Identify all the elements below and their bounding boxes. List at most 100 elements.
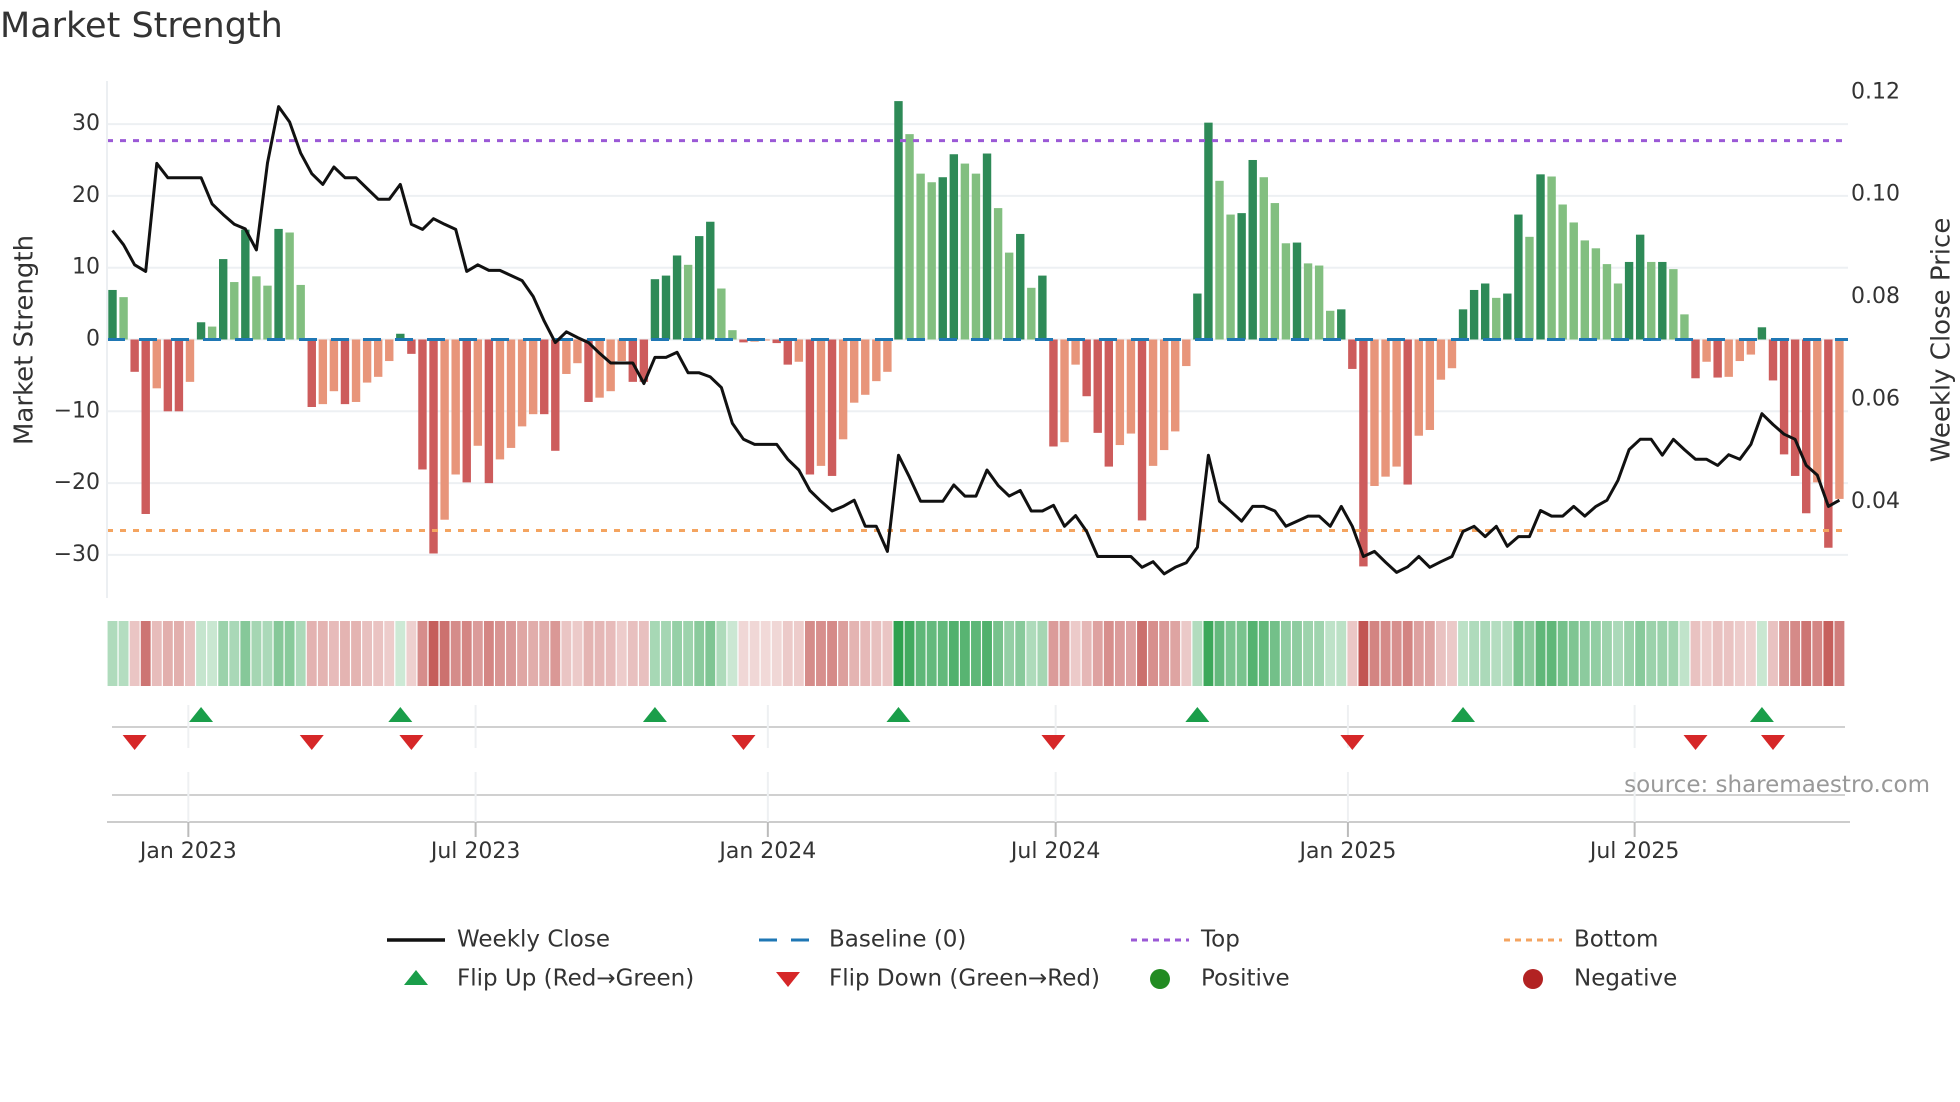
heat-cell xyxy=(1358,621,1369,686)
strength-bar xyxy=(1547,176,1556,340)
strength-bar xyxy=(1680,314,1689,340)
heat-cell xyxy=(1258,621,1269,686)
strength-bar xyxy=(429,339,438,554)
strength-bar xyxy=(1492,297,1501,340)
strength-bar xyxy=(816,339,826,466)
heat-cell xyxy=(915,621,926,686)
heat-cell xyxy=(362,621,373,686)
heat-cell xyxy=(1635,621,1646,686)
heat-cell xyxy=(1513,621,1524,686)
heat-cell xyxy=(749,621,760,686)
y-tick-label: −30 xyxy=(54,542,100,567)
strength-bar xyxy=(307,339,316,407)
legend-label: Negative xyxy=(1574,966,1677,992)
strength-bar xyxy=(1768,339,1778,381)
flip-down-marker xyxy=(122,735,147,750)
flip-down-marker xyxy=(1683,735,1708,750)
heat-cell xyxy=(196,621,206,686)
flip-up-marker xyxy=(388,707,413,722)
strength-bar xyxy=(1237,213,1246,340)
heat-cell xyxy=(1424,621,1435,686)
strength-bar xyxy=(1392,339,1401,467)
legend-positive-icon xyxy=(1150,969,1170,989)
heat-cell xyxy=(1712,621,1723,686)
heat-cell xyxy=(782,621,793,686)
strength-bar xyxy=(318,339,328,405)
strength-bar xyxy=(506,339,516,448)
strength-bar xyxy=(1569,222,1578,340)
flip-down-marker xyxy=(1761,735,1785,750)
y-tick-label: 10 xyxy=(72,255,100,280)
heat-cell xyxy=(1280,621,1291,686)
strength-bar xyxy=(595,339,604,398)
legend-label: Positive xyxy=(1201,966,1290,992)
heat-cell xyxy=(1170,621,1181,686)
heat-cell xyxy=(1823,621,1834,686)
heat-cell xyxy=(373,621,384,686)
strength-bar xyxy=(1303,263,1313,340)
strength-bar xyxy=(993,208,1003,340)
heat-cell xyxy=(561,621,572,686)
y-tick-label: −10 xyxy=(54,398,100,423)
heat-cell xyxy=(295,621,306,686)
heat-cell xyxy=(1225,621,1236,686)
strength-bar xyxy=(274,228,283,340)
flip-down-marker xyxy=(1340,735,1365,750)
heat-cell xyxy=(1602,621,1612,686)
flip-down-marker xyxy=(731,735,756,750)
strength-bar xyxy=(1159,339,1169,451)
heat-cell xyxy=(1624,621,1635,686)
heat-cell xyxy=(816,621,826,686)
heat-cell xyxy=(472,621,483,686)
strength-bar xyxy=(717,288,726,340)
strength-bar xyxy=(1403,339,1412,485)
strength-bar xyxy=(1270,203,1280,340)
strength-bar xyxy=(219,259,228,340)
heat-cell xyxy=(1037,621,1048,686)
legend-negative-icon xyxy=(1523,969,1543,989)
heat-cell xyxy=(539,621,550,686)
strength-bar xyxy=(130,339,139,372)
strength-bar xyxy=(329,339,339,392)
heat-cell xyxy=(483,621,494,686)
strength-bar xyxy=(119,297,128,340)
heat-cell xyxy=(1590,621,1601,686)
strength-bar xyxy=(617,339,626,362)
x-tick-label: Jan 2025 xyxy=(1297,839,1396,864)
strength-bar xyxy=(1813,339,1822,483)
x-tick-label: Jan 2023 xyxy=(138,839,237,864)
heat-cell xyxy=(406,621,417,686)
strength-bar xyxy=(1171,339,1180,432)
heat-cell xyxy=(1657,621,1668,686)
strength-bar xyxy=(1093,339,1102,433)
heat-cell xyxy=(118,621,129,686)
strength-bar xyxy=(916,173,925,340)
strength-bar xyxy=(451,339,460,475)
heat-cell xyxy=(1579,621,1590,686)
heat-cell xyxy=(185,621,195,686)
strength-bar xyxy=(373,339,383,377)
heat-cell xyxy=(1668,621,1679,686)
strength-bar xyxy=(1591,248,1601,340)
heat-cell xyxy=(495,621,505,686)
strength-bar xyxy=(1104,339,1113,467)
heat-cell xyxy=(328,621,339,686)
heat-cell xyxy=(1723,621,1734,686)
strength-bar xyxy=(938,177,947,340)
strength-bar xyxy=(362,339,372,383)
heat-cell xyxy=(1092,621,1103,686)
heat-cell xyxy=(517,621,528,686)
strength-bar xyxy=(1137,339,1147,521)
strength-bar xyxy=(540,339,549,415)
strength-bar xyxy=(1215,180,1224,340)
heat-cell xyxy=(1214,621,1225,686)
strength-bar xyxy=(1071,339,1080,365)
heat-cell xyxy=(882,621,893,686)
heat-cell xyxy=(1325,621,1336,686)
strength-bar xyxy=(1082,339,1091,397)
heat-cell xyxy=(827,621,837,686)
heat-cell xyxy=(273,621,284,686)
heat-cell xyxy=(317,621,328,686)
heat-cell xyxy=(151,621,162,686)
strength-bar xyxy=(672,255,682,340)
